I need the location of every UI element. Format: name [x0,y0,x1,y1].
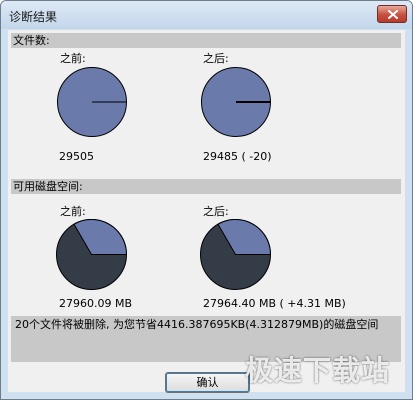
close-button[interactable] [377,5,407,23]
confirm-button[interactable]: 确认 [165,372,250,393]
disk-space-header: 可用磁盘空间: [11,179,401,194]
disk-after-pie [200,219,272,290]
file-before-pie [57,67,127,137]
site-watermark: 极速下载站 [244,354,390,387]
dialog-content: 文件数: 之前: 29505 之后: 29485 ( -20) 可用磁盘空间: … [8,30,405,393]
dialog-window: 诊断结果 文件数: 之前: 29505 之后: 29485 ( -20) 可用磁… [0,0,413,400]
file-after-label: 之后: [203,52,229,65]
title-bar[interactable]: 诊断结果 [1,1,412,29]
window-title: 诊断结果 [9,10,58,24]
disk-after-value: 27964.40 MB ( +4.31 MB) [203,297,346,310]
disk-after-label: 之后: [203,205,229,218]
close-icon [388,10,398,19]
summary-text: 20个文件将被删除, 为您节省4416.387695KB(4.312879MB)… [15,318,379,331]
disk-before-value: 27960.09 MB [59,297,133,310]
file-after-pie [201,67,271,137]
file-count-header: 文件数: [11,33,401,48]
disk-before-label: 之前: [60,205,86,218]
disk-before-pie [56,219,128,290]
file-after-value: 29485 ( -20) [203,150,272,163]
file-before-label: 之前: [60,52,86,65]
file-before-value: 29505 [59,150,94,163]
